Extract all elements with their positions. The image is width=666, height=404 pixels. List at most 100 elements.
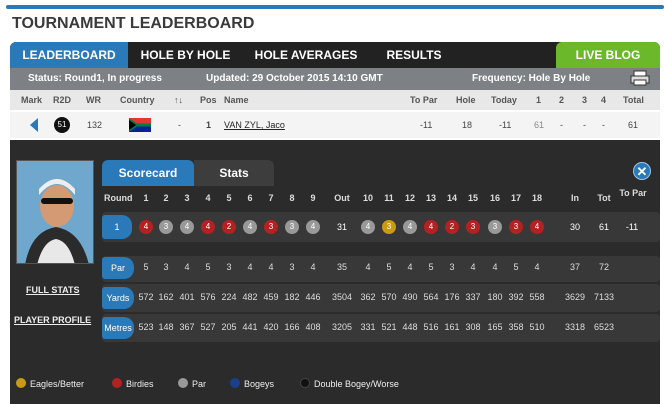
tab-leaderboard[interactable]: LEADERBOARD xyxy=(10,42,128,68)
col-sort-arrows[interactable]: ↑↓ xyxy=(174,95,183,105)
legend-birdies-label: Birdies xyxy=(126,379,154,389)
score-ball-hole-5: 2 xyxy=(222,220,236,234)
legend-eagles: Eagles/Better xyxy=(16,378,84,389)
page-title: TOURNAMENT LEADERBOARD xyxy=(12,15,255,32)
yards-row-label: Yards xyxy=(102,287,134,309)
eagle-dot-icon xyxy=(16,378,26,388)
legend-double-bogey: Double Bogey/Worse xyxy=(300,378,399,389)
score-ball-hole-14: 2 xyxy=(445,220,459,234)
score-ball-hole-4: 4 xyxy=(201,220,215,234)
round-2-value: - xyxy=(560,120,563,130)
birdie-dot-icon xyxy=(112,378,122,388)
legend-par-label: Par xyxy=(192,379,207,389)
tab-stats[interactable]: Stats xyxy=(194,160,274,186)
player-name-link[interactable]: VAN ZYL, Jaco xyxy=(224,120,285,130)
par-value: 35 xyxy=(336,262,347,272)
status-text: Status: Round1, In progress xyxy=(28,73,162,84)
par-value: 4 xyxy=(534,262,540,272)
col-round-4: 4 xyxy=(601,95,607,105)
r2d-badge: 51 xyxy=(54,117,70,133)
score-total-21: -11 xyxy=(625,222,639,232)
score-ball-hole-13: 4 xyxy=(424,220,438,234)
col-to-par: To Par xyxy=(410,95,438,105)
tab-hole-averages[interactable]: HOLE AVERAGES xyxy=(243,42,369,68)
player-profile-link[interactable]: PLAYER PROFILE xyxy=(14,315,91,325)
col-hole: Hole xyxy=(456,95,476,105)
yards-value: 446 xyxy=(305,292,321,302)
close-icon[interactable]: ✕ xyxy=(633,162,651,180)
scorecard-header-21: Tot xyxy=(597,193,611,203)
tab-results[interactable]: RESULTS xyxy=(369,42,459,68)
score-total-20: 61 xyxy=(598,222,609,232)
score-ball-hole-18: 4 xyxy=(530,220,544,234)
par-dot-icon xyxy=(178,378,188,388)
main-tabs: LEADERBOARD HOLE BY HOLE HOLE AVERAGES R… xyxy=(10,42,660,68)
scorecard-header-9: 9 xyxy=(310,193,316,203)
print-icon[interactable] xyxy=(630,70,650,86)
score-ball-hole-3: 4 xyxy=(180,220,194,234)
col-round-2: 2 xyxy=(559,95,565,105)
player-row[interactable]: 51 132 - 1 VAN ZYL, Jaco -11 18 -11 61 -… xyxy=(10,112,660,138)
col-wr: WR xyxy=(86,95,101,105)
score-ball-hole-8: 3 xyxy=(285,220,299,234)
col-r2d: R2D xyxy=(53,95,72,105)
pos-value: 1 xyxy=(206,120,212,130)
mark-arrow-icon[interactable] xyxy=(30,118,38,134)
score-ball-hole-2: 3 xyxy=(159,220,173,234)
par-value: 72 xyxy=(598,262,609,272)
score-ball-hole-11: 3 xyxy=(382,220,396,234)
round-4-value: - xyxy=(602,120,605,130)
metres-value: 510 xyxy=(529,322,545,332)
bogey-dot-icon xyxy=(230,378,240,388)
frequency-text: Frequency: Hole By Hole xyxy=(472,73,591,84)
tab-hole-by-hole[interactable]: HOLE BY HOLE xyxy=(128,42,243,68)
legend-bogeys-label: Bogeys xyxy=(244,379,275,389)
yards-value: 558 xyxy=(529,292,545,302)
score-ball-hole-6: 4 xyxy=(243,220,257,234)
round-3-value: - xyxy=(583,120,586,130)
par-value: 4 xyxy=(310,262,316,272)
legend-par: Par xyxy=(178,378,206,389)
tab-live-blog[interactable]: LIVE BLOG xyxy=(556,42,660,68)
metres-row-label: Metres xyxy=(102,317,134,339)
yards-value: 3504 xyxy=(331,292,353,302)
score-ball-hole-17: 3 xyxy=(509,220,523,234)
scorecard-header-0: Round xyxy=(104,193,133,203)
updated-text: Updated: 29 October 2015 14:10 GMT xyxy=(206,73,383,84)
score-ball-hole-16: 3 xyxy=(488,220,502,234)
hole-value: 18 xyxy=(462,120,473,130)
total-value: 61 xyxy=(628,120,639,130)
scorecard-header-19: 18 xyxy=(531,193,542,203)
double-bogey-dot-icon xyxy=(300,378,310,388)
south-africa-flag-icon xyxy=(129,118,151,134)
legend-eagles-label: Eagles/Better xyxy=(30,379,85,389)
col-mark: Mark xyxy=(21,95,43,105)
status-bar: Status: Round1, In progress Updated: 29 … xyxy=(10,68,660,90)
tab-scorecard[interactable]: Scorecard xyxy=(102,160,194,186)
metres-value: 6523 xyxy=(593,322,615,332)
scorecard-header-22: To Par xyxy=(619,188,647,198)
col-name: Name xyxy=(224,95,249,105)
full-stats-link[interactable]: FULL STATS xyxy=(26,285,80,295)
metres-value: 408 xyxy=(305,322,321,332)
legend-double-label: Double Bogey/Worse xyxy=(314,379,399,389)
score-ball-hole-10: 4 xyxy=(361,220,375,234)
yards-value: 3629 xyxy=(564,292,586,302)
scorecard-header-10: Out xyxy=(334,193,350,203)
yards-value: 7133 xyxy=(593,292,615,302)
legend-bogeys: Bogeys xyxy=(230,378,274,389)
score-ball-hole-9: 4 xyxy=(306,220,320,234)
round-1-value: 61 xyxy=(534,120,545,130)
par-row-label: Par xyxy=(102,257,134,279)
legend-birdies: Birdies xyxy=(112,378,154,389)
col-pos[interactable]: Pos xyxy=(200,95,217,105)
col-country: Country xyxy=(120,95,155,105)
col-round-3: 3 xyxy=(582,95,588,105)
col-round-1: 1 xyxy=(536,95,542,105)
col-total: Total xyxy=(623,95,644,105)
metres-value: 3205 xyxy=(331,322,353,332)
score-ball-hole-12: 4 xyxy=(403,220,417,234)
leaderboard-header: Mark R2D WR Country ↑↓ Pos Name To Par H… xyxy=(10,90,660,110)
wr-value: 132 xyxy=(87,120,103,130)
move-value: - xyxy=(178,120,181,130)
